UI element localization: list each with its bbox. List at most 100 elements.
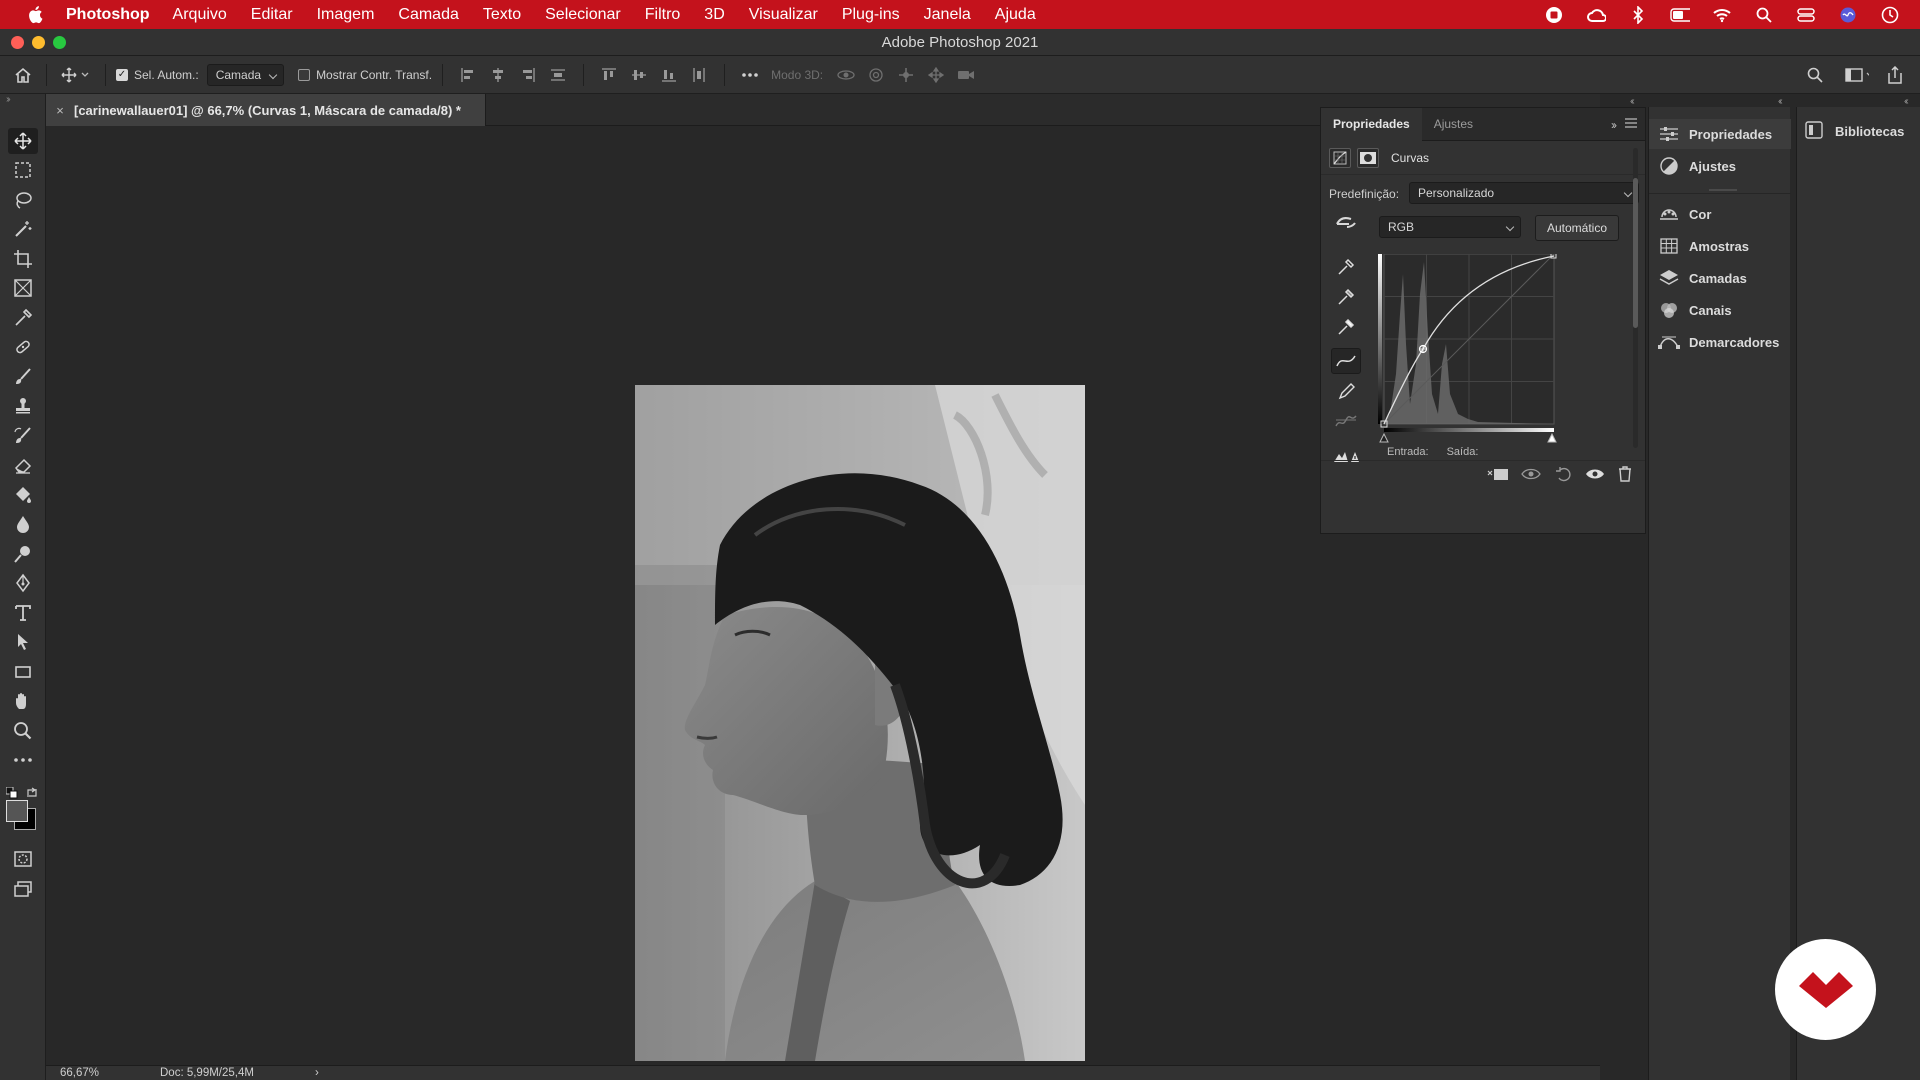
align-bottom-edges-button[interactable]	[657, 63, 681, 87]
rectangle-tool[interactable]	[8, 659, 38, 685]
bluetooth-icon[interactable]	[1628, 5, 1648, 24]
distribute-horizontal-button[interactable]	[687, 63, 711, 87]
properties-scroll-thumb[interactable]	[1633, 178, 1638, 328]
properties-scrollbar[interactable]	[1633, 148, 1638, 448]
distribute-vertical-button[interactable]	[546, 63, 570, 87]
zoom-tool[interactable]	[8, 718, 38, 744]
spotlight-search-icon[interactable]	[1754, 6, 1774, 24]
quick-mask-button[interactable]	[8, 846, 38, 872]
search-button[interactable]	[1803, 63, 1827, 87]
align-vertical-centers-button[interactable]	[627, 63, 651, 87]
preset-dropdown[interactable]: Personalizado	[1409, 182, 1639, 204]
menu-texto[interactable]: Texto	[483, 6, 521, 24]
tab-propriedades[interactable]: Propriedades	[1321, 107, 1422, 141]
move-tool[interactable]	[8, 128, 38, 154]
collapse-dock-icon[interactable]: ‹‹	[1778, 96, 1782, 107]
portrait-photo[interactable]	[635, 385, 1085, 1061]
menu-camada[interactable]: Camada	[398, 6, 458, 24]
view-previous-state-button[interactable]	[1521, 466, 1543, 485]
channel-dropdown[interactable]: RGB	[1379, 216, 1521, 238]
dock-item-bibliotecas[interactable]: Bibliotecas	[1805, 121, 1904, 142]
menu-arquivo[interactable]: Arquivo	[173, 6, 227, 24]
menu-visualizar[interactable]: Visualizar	[749, 6, 818, 24]
path-selection-tool[interactable]	[8, 629, 38, 655]
menu-3d[interactable]: 3D	[704, 6, 724, 24]
dock-item-canais[interactable]: Canais	[1649, 295, 1791, 325]
show-transform-controls-checkbox[interactable]	[298, 68, 311, 81]
menu-imagem[interactable]: Imagem	[317, 6, 375, 24]
auto-select-target-dropdown[interactable]: Camada	[206, 63, 285, 86]
gray-point-eyedropper[interactable]	[1337, 288, 1355, 309]
more-options-button[interactable]	[738, 63, 762, 87]
on-image-adjust-button[interactable]	[1333, 213, 1359, 236]
move-tool-preset-button[interactable]	[57, 63, 95, 87]
object-selection-tool[interactable]	[8, 216, 38, 242]
foreground-color-swatch[interactable]	[6, 800, 28, 822]
brush-tool[interactable]	[8, 364, 38, 390]
align-top-edges-button[interactable]	[597, 63, 621, 87]
white-point-eyedropper[interactable]	[1337, 318, 1355, 339]
layer-mask-icon[interactable]	[1357, 147, 1379, 168]
frame-tool[interactable]	[8, 275, 38, 301]
document-tab[interactable]: × [carinewallauer01] @ 66,7% (Curvas 1, …	[46, 94, 486, 126]
history-brush-tool[interactable]	[8, 423, 38, 449]
panel-expand-icon[interactable]: ››	[1611, 118, 1617, 132]
share-button[interactable]	[1883, 63, 1907, 87]
menu-selecionar[interactable]: Selecionar	[545, 6, 621, 24]
zoom-level[interactable]: 66,67%	[60, 1067, 160, 1079]
crop-tool[interactable]	[8, 246, 38, 272]
delete-layer-button[interactable]	[1617, 466, 1633, 485]
home-button[interactable]	[0, 63, 46, 87]
curves-adjustment-icon[interactable]	[1329, 147, 1351, 168]
status-menu-arrow[interactable]: ›	[315, 1067, 319, 1079]
type-tool[interactable]	[8, 600, 38, 626]
black-point-eyedropper[interactable]	[1337, 258, 1355, 279]
draw-curve-button[interactable]	[1337, 383, 1355, 404]
reset-adjustment-button[interactable]	[1555, 466, 1573, 485]
panel-menu-icon[interactable]	[1625, 117, 1637, 131]
auto-select-checkbox[interactable]: ✓	[116, 68, 128, 81]
screen-record-icon[interactable]	[1544, 6, 1564, 24]
screen-mode-button[interactable]	[8, 876, 38, 902]
control-center-icon[interactable]	[1796, 6, 1816, 24]
align-left-edges-button[interactable]	[456, 63, 480, 87]
apple-icon[interactable]	[24, 4, 46, 26]
menu-ajuda[interactable]: Ajuda	[995, 6, 1036, 24]
siri-icon[interactable]	[1838, 6, 1858, 24]
app-menu[interactable]: Photoshop	[66, 6, 150, 24]
dock-item-amostras[interactable]: Amostras	[1649, 231, 1791, 261]
toggle-visibility-button[interactable]	[1585, 467, 1605, 484]
toolbar-expand-icon[interactable]: ››	[6, 94, 10, 105]
clone-stamp-tool[interactable]	[8, 393, 38, 419]
wifi-icon[interactable]	[1712, 6, 1732, 24]
battery-icon[interactable]	[1670, 6, 1690, 24]
marquee-tool[interactable]	[8, 157, 38, 183]
menu-janela[interactable]: Janela	[924, 6, 971, 24]
dock-item-propriedades[interactable]: Propriedades	[1649, 119, 1791, 149]
tab-ajustes[interactable]: Ajustes	[1422, 108, 1485, 141]
eyedropper-tool[interactable]	[8, 305, 38, 331]
menu-filtro[interactable]: Filtro	[645, 6, 681, 24]
healing-brush-tool[interactable]	[8, 334, 38, 360]
collapse-panels-icon[interactable]: ‹‹	[1630, 96, 1634, 107]
paint-bucket-tool[interactable]	[8, 482, 38, 508]
edit-toolbar-button[interactable]	[8, 747, 38, 773]
hand-tool[interactable]	[8, 688, 38, 714]
pen-tool[interactable]	[8, 570, 38, 596]
close-document-icon[interactable]: ×	[46, 103, 74, 118]
dock-item-cor[interactable]: Cor	[1649, 199, 1791, 229]
menu-plugins[interactable]: Plug-ins	[842, 6, 900, 24]
clock-icon[interactable]	[1880, 6, 1900, 24]
workspace-button[interactable]	[1845, 63, 1869, 87]
dock-item-demarcadores[interactable]: Demarcadores	[1649, 327, 1791, 357]
menu-editar[interactable]: Editar	[251, 6, 293, 24]
align-right-edges-button[interactable]	[516, 63, 540, 87]
dodge-tool[interactable]	[8, 541, 38, 567]
align-horizontal-centers-button[interactable]	[486, 63, 510, 87]
edit-points-button[interactable]	[1331, 348, 1361, 374]
blur-tool[interactable]	[8, 511, 38, 537]
dock-item-ajustes[interactable]: Ajustes	[1649, 151, 1791, 181]
creative-cloud-icon[interactable]	[1586, 6, 1606, 24]
auto-button[interactable]: Automático	[1535, 215, 1619, 241]
lasso-tool[interactable]	[8, 187, 38, 213]
